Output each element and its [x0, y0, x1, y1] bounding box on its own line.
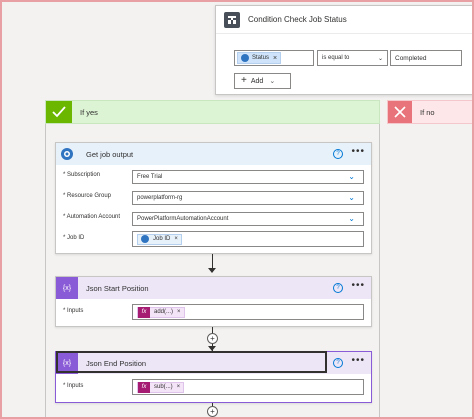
inputs-row: * Inputs [63, 308, 138, 314]
azure-automation-icon [56, 143, 78, 165]
subscription-select[interactable]: Free Trial ⌄ [132, 170, 364, 184]
data-operation-icon: {x} [56, 352, 78, 374]
condition-card: Condition Check Job Status Status × is e… [215, 5, 474, 95]
json-start-card: {x} Json Start Position ? ••• * Inputs f… [55, 276, 372, 327]
resource-group-row: * Resource Group [63, 193, 138, 199]
more-options-icon[interactable]: ••• [351, 146, 365, 157]
if-yes-label: If yes [80, 107, 98, 117]
help-icon[interactable]: ? [333, 283, 343, 293]
automation-icon [141, 235, 149, 243]
automation-icon [241, 54, 249, 62]
inputs-row: * Inputs [63, 383, 138, 389]
automation-account-value: PowerPlatformAutomationAccount [137, 216, 229, 222]
expression-label: sub(...) [154, 384, 173, 390]
chevron-down-icon: ⌄ [269, 78, 276, 85]
job-id-token[interactable]: Job ID × [137, 233, 182, 245]
subscription-value: Free Trial [137, 174, 163, 180]
json-start-header[interactable]: {x} Json Start Position ? ••• [56, 277, 371, 299]
condition-row: Status × is equal to ⌄ Completed [234, 50, 462, 66]
resource-group-value: powerplatform-rg [137, 195, 183, 201]
operator-value: is equal to [322, 55, 350, 61]
more-options-icon[interactable]: ••• [351, 355, 365, 366]
job-id-label: * Job ID [63, 235, 85, 241]
remove-token-icon[interactable]: × [273, 55, 277, 62]
add-label: Add [250, 77, 264, 85]
json-end-title: Json End Position [86, 358, 147, 368]
automation-account-row: * Automation Account [63, 214, 138, 220]
status-token-label: Status [252, 55, 270, 61]
condition-right-operand[interactable]: Completed [390, 50, 462, 66]
subscription-label: * Subscription [63, 172, 101, 178]
inputs-field[interactable]: fx add(...) × [132, 304, 364, 320]
expression-label: add(...) [154, 309, 174, 315]
insert-step-button[interactable]: + [207, 406, 218, 417]
resource-group-label: * Resource Group [63, 193, 112, 199]
job-id-token-label: Job ID [153, 236, 171, 242]
condition-title: Condition Check Job Status [248, 15, 347, 24]
automation-account-select[interactable]: PowerPlatformAutomationAccount ⌄ [132, 212, 364, 226]
check-icon [46, 101, 72, 123]
if-no-header[interactable]: If no [387, 100, 474, 124]
job-id-row: * Job ID [63, 235, 138, 241]
status-token[interactable]: Status × [237, 52, 282, 64]
condition-left-operand[interactable]: Status × [234, 50, 314, 66]
get-job-output-header[interactable]: Get job output ? ••• [56, 143, 371, 165]
fx-icon: fx [138, 381, 150, 393]
json-end-header[interactable]: {x} Json End Position ? ••• [56, 352, 371, 374]
json-end-card: {x} Json End Position ? ••• * Inputs fx … [55, 351, 372, 403]
inputs-field[interactable]: fx sub(...) × [132, 379, 364, 395]
more-options-icon[interactable]: ••• [351, 280, 365, 291]
chevron-down-icon: ⌄ [348, 172, 355, 181]
data-operation-icon: {x} [56, 277, 78, 299]
inputs-label: * Inputs [63, 383, 84, 389]
chevron-down-icon: ⌄ [348, 214, 355, 223]
remove-token-icon[interactable]: × [177, 384, 181, 390]
expression-token[interactable]: fx sub(...) × [137, 381, 185, 393]
arrow-down-icon [208, 268, 216, 273]
json-start-title: Json Start Position [86, 283, 149, 293]
add-button[interactable]: + Add ⌄ [234, 73, 291, 89]
condition-icon [224, 11, 240, 28]
job-id-field[interactable]: Job ID × [132, 231, 364, 247]
inputs-label: * Inputs [63, 308, 84, 314]
plus-icon: + [241, 75, 247, 86]
chevron-down-icon: ⌄ [348, 193, 355, 202]
get-job-output-title: Get job output [86, 149, 134, 159]
help-icon[interactable]: ? [333, 358, 343, 368]
help-icon[interactable]: ? [333, 149, 343, 159]
get-job-output-card: Get job output ? ••• * Subscription Free… [55, 142, 372, 254]
fx-icon: fx [138, 306, 150, 318]
automation-account-label: * Automation Account [63, 214, 121, 220]
condition-header[interactable]: Condition Check Job Status [216, 6, 473, 34]
if-no-label: If no [420, 107, 435, 117]
remove-token-icon[interactable]: × [174, 236, 178, 242]
remove-token-icon[interactable]: × [177, 309, 181, 315]
operator-select[interactable]: is equal to ⌄ [317, 50, 388, 66]
close-icon [388, 101, 412, 123]
insert-step-button[interactable]: + [207, 333, 218, 344]
if-yes-header[interactable]: If yes [45, 100, 380, 124]
resource-group-select[interactable]: powerplatform-rg ⌄ [132, 191, 364, 205]
expression-token[interactable]: fx add(...) × [137, 306, 185, 318]
subscription-row: * Subscription [63, 172, 138, 178]
chevron-down-icon: ⌄ [377, 55, 383, 62]
